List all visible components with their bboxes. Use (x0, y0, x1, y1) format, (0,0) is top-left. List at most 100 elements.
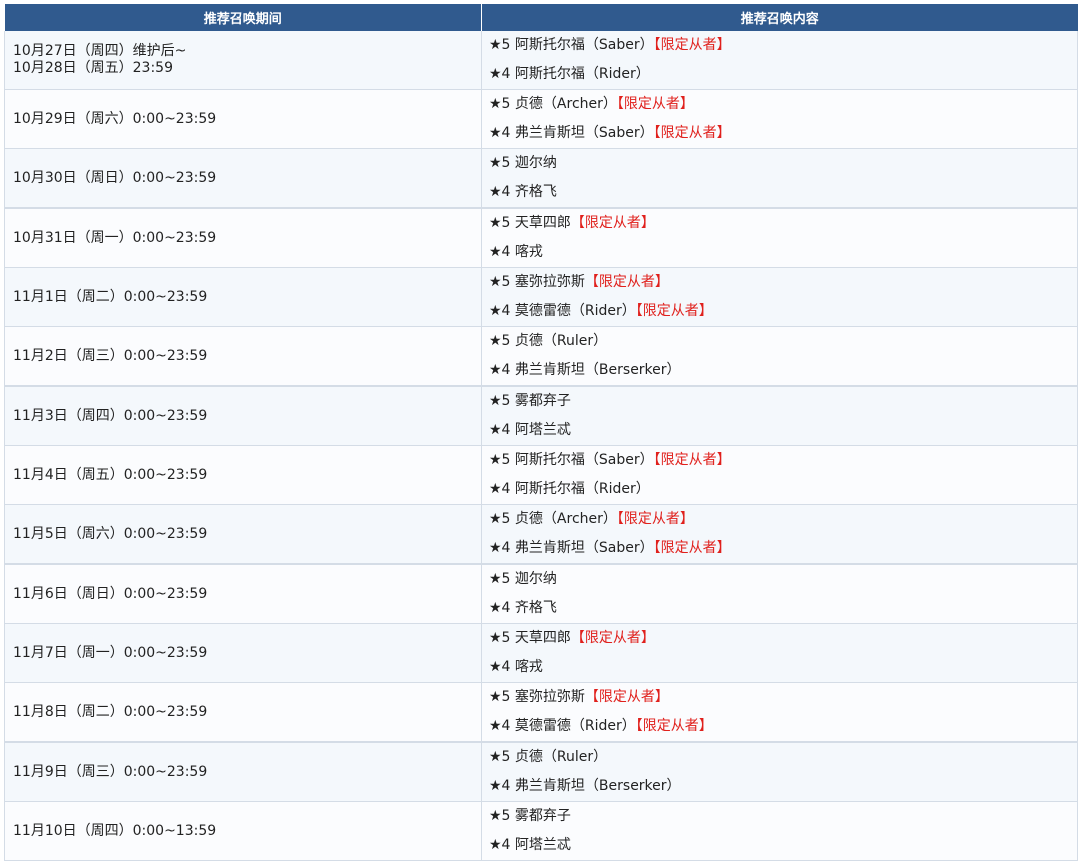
rarity-star: ★5 (489, 511, 511, 527)
table-row: 11月3日（周四）0:00~23:59 ★5 雾都弃子 ★4 阿塔兰忒 (4, 386, 1078, 446)
servant-entry: ★5 贞德（Ruler） (489, 327, 1077, 356)
table-body: 10月27日（周四）维护后~ 10月28日（周五）23:59 ★5 阿斯托尔福（Sa… (4, 31, 1078, 861)
servant-name: 贞德（Archer） (514, 96, 617, 112)
rarity-star: ★5 (489, 37, 511, 53)
rarity-star: ★5 (489, 452, 511, 468)
content-cell: ★5 雾都弃子 ★4 阿塔兰忒 (481, 801, 1078, 861)
limited-servant-tag: 【限定从者】 (616, 511, 694, 527)
servant-name: 弗兰肯斯坦（Saber） (514, 125, 654, 141)
content-cell: ★5 阿斯托尔福（Saber）【限定从者】 ★4 阿斯托尔福（Rider） (481, 31, 1078, 90)
servant-name: 莫德雷德（Rider） (514, 303, 636, 319)
period-text: 11月10日（周四）0:00~13:59 (13, 822, 217, 839)
period-cell: 10月27日（周四）维护后~ 10月28日（周五）23:59 (4, 31, 482, 90)
servant-entry: ★4 弗兰肯斯坦（Saber）【限定从者】 (489, 119, 1077, 148)
period-text: 10月27日（周四）维护后~ (13, 43, 187, 59)
servant-name: 贞德（Ruler） (514, 749, 608, 765)
rarity-star: ★5 (489, 215, 511, 231)
servant-name: 雾都弃子 (514, 808, 571, 824)
rarity-star: ★4 (489, 778, 511, 794)
servant-entry: ★5 阿斯托尔福（Saber）【限定从者】 (489, 446, 1077, 475)
summon-table: 推荐召唤期间 推荐召唤内容 10月27日（周四）维护后~ 10月28日（周五）23… (4, 4, 1078, 861)
servant-entry: ★5 阿斯托尔福（Saber）【限定从者】 (489, 31, 1077, 60)
period-text: 11月2日（周三）0:00~23:59 (13, 347, 208, 364)
rarity-star: ★5 (489, 96, 511, 112)
period-text: 11月7日（周一）0:00~23:59 (13, 644, 208, 661)
servant-name: 迦尔纳 (514, 571, 557, 587)
servant-entry: ★4 弗兰肯斯坦（Berserker） (489, 772, 1077, 801)
rarity-star: ★4 (489, 244, 511, 260)
servant-entry: ★4 弗兰肯斯坦（Berserker） (489, 356, 1077, 385)
rarity-star: ★4 (489, 422, 511, 438)
limited-servant-tag: 【限定从者】 (653, 540, 731, 556)
rarity-star: ★4 (489, 125, 511, 141)
table-row: 11月1日（周二）0:00~23:59 ★5 塞弥拉弥斯【限定从者】 ★4 莫德雷德… (4, 267, 1078, 327)
servant-name: 雾都弃子 (514, 393, 571, 409)
limited-servant-tag: 【限定从者】 (653, 452, 731, 468)
period-cell: 11月10日（周四）0:00~13:59 (4, 801, 482, 861)
rarity-star: ★5 (489, 571, 511, 587)
servant-entry: ★5 迦尔纳 (489, 565, 1077, 594)
servant-name: 天草四郎 (514, 630, 571, 646)
content-cell: ★5 贞德（Ruler） ★4 弗兰肯斯坦（Berserker） (481, 742, 1078, 802)
servant-entry: ★4 莫德雷德（Rider）【限定从者】 (489, 297, 1077, 326)
rarity-star: ★4 (489, 184, 511, 200)
limited-servant-tag: 【限定从者】 (570, 630, 655, 646)
rarity-star: ★5 (489, 749, 511, 765)
servant-entry: ★5 贞德（Archer）【限定从者】 (489, 90, 1077, 119)
servant-entry: ★5 塞弥拉弥斯【限定从者】 (489, 683, 1077, 712)
servant-name: 阿斯托尔福（Saber） (514, 37, 654, 53)
servant-entry: ★4 弗兰肯斯坦（Saber）【限定从者】 (489, 534, 1077, 563)
limited-servant-tag: 【限定从者】 (616, 96, 694, 112)
servant-entry: ★4 齐格飞 (489, 178, 1077, 207)
table-row: 11月2日（周三）0:00~23:59 ★5 贞德（Ruler） ★4 弗兰肯斯坦（… (4, 326, 1078, 387)
content-cell: ★5 雾都弃子 ★4 阿塔兰忒 (481, 386, 1078, 446)
limited-servant-tag: 【限定从者】 (584, 274, 669, 290)
table-row: 10月29日（周六）0:00~23:59 ★5 贞德（Archer）【限定从者】 ★… (4, 89, 1078, 149)
servant-entry: ★5 天草四郎【限定从者】 (489, 624, 1077, 653)
period-text: 11月5日（周六）0:00~23:59 (13, 525, 208, 542)
servant-name: 阿斯托尔福（Rider） (514, 481, 650, 497)
period-text: 10月30日（周日）0:00~23:59 (13, 169, 217, 186)
servant-entry: ★4 阿塔兰忒 (489, 416, 1077, 445)
servant-entry: ★4 阿斯托尔福（Rider） (489, 475, 1077, 504)
content-cell: ★5 贞德（Ruler） ★4 弗兰肯斯坦（Berserker） (481, 326, 1078, 387)
period-text: 11月4日（周五）0:00~23:59 (13, 466, 208, 483)
table-row: 11月7日（周一）0:00~23:59 ★5 天草四郎【限定从者】 ★4 喀戎 (4, 623, 1078, 683)
rarity-star: ★4 (489, 837, 511, 853)
servant-name: 贞德（Archer） (514, 511, 617, 527)
servant-entry: ★5 雾都弃子 (489, 802, 1077, 831)
servant-name: 弗兰肯斯坦（Berserker） (514, 778, 681, 794)
period-text: 10月29日（周六）0:00~23:59 (13, 110, 217, 127)
rarity-star: ★4 (489, 540, 511, 556)
header-period: 推荐召唤期间 (4, 4, 482, 31)
period-cell: 11月4日（周五）0:00~23:59 (4, 445, 482, 505)
content-cell: ★5 天草四郎【限定从者】 ★4 喀戎 (481, 208, 1078, 268)
servant-entry: ★4 阿斯托尔福（Rider） (489, 60, 1077, 89)
rarity-star: ★5 (489, 808, 511, 824)
servant-name: 阿斯托尔福（Rider） (514, 66, 650, 82)
servant-name: 齐格飞 (514, 184, 557, 200)
limited-servant-tag: 【限定从者】 (584, 689, 669, 705)
period-text: 11月8日（周二）0:00~23:59 (13, 703, 208, 720)
rarity-star: ★4 (489, 718, 511, 734)
period-cell: 11月8日（周二）0:00~23:59 (4, 682, 482, 743)
servant-name: 阿塔兰忒 (514, 422, 571, 438)
period-cell: 11月5日（周六）0:00~23:59 (4, 504, 482, 565)
period-cell: 11月9日（周三）0:00~23:59 (4, 742, 482, 802)
servant-name: 阿斯托尔福（Saber） (514, 452, 654, 468)
period-cell: 11月3日（周四）0:00~23:59 (4, 386, 482, 446)
table-row: 11月10日（周四）0:00~13:59 ★5 雾都弃子 ★4 阿塔兰忒 (4, 801, 1078, 861)
content-cell: ★5 迦尔纳 ★4 齐格飞 (481, 148, 1078, 209)
period-text: 10月28日（周五）23:59 (13, 60, 173, 76)
servant-entry: ★5 迦尔纳 (489, 149, 1077, 178)
servant-name: 贞德（Ruler） (514, 333, 608, 349)
rarity-star: ★4 (489, 303, 511, 319)
servant-entry: ★4 喀戎 (489, 238, 1077, 267)
table-row: 10月27日（周四）维护后~ 10月28日（周五）23:59 ★5 阿斯托尔福（Sa… (4, 31, 1078, 90)
rarity-star: ★4 (489, 481, 511, 497)
servant-entry: ★4 齐格飞 (489, 594, 1077, 623)
period-text: 11月1日（周二）0:00~23:59 (13, 288, 208, 305)
servant-name: 弗兰肯斯坦（Saber） (514, 540, 654, 556)
servant-name: 莫德雷德（Rider） (514, 718, 636, 734)
servant-entry: ★5 天草四郎【限定从者】 (489, 209, 1077, 238)
